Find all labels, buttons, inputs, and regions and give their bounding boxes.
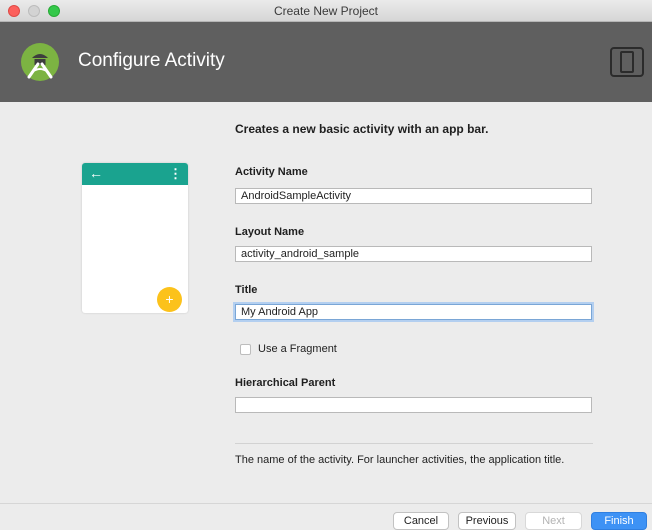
title-label: Title: [235, 284, 258, 296]
device-frame-icon: [610, 47, 644, 77]
page-title: Configure Activity: [78, 50, 225, 71]
activity-name-label: Activity Name: [235, 166, 308, 178]
window-title: Create New Project: [273, 4, 379, 18]
activity-name-field[interactable]: [235, 188, 592, 204]
hierarchical-parent-field[interactable]: [235, 397, 592, 413]
overflow-menu-icon: ⋮: [169, 166, 182, 181]
layout-name-field[interactable]: [235, 246, 592, 262]
use-fragment-checkbox[interactable]: [240, 344, 251, 355]
use-fragment-label[interactable]: Use a Fragment: [258, 343, 337, 355]
activity-preview: ← ⋮ +: [82, 163, 188, 313]
next-button[interactable]: Next: [525, 512, 582, 530]
footer-divider: [0, 503, 652, 504]
back-arrow-icon: ←: [89, 165, 103, 181]
window-titlebar: Create New Project: [0, 0, 652, 22]
header-banner: Configure Activity: [0, 22, 652, 102]
template-description: Creates a new basic activity with an app…: [235, 122, 489, 136]
finish-button[interactable]: Finish: [591, 512, 647, 530]
layout-name-label: Layout Name: [235, 226, 305, 238]
previous-button[interactable]: Previous: [458, 512, 516, 530]
hint-divider: [235, 443, 593, 444]
fab-plus-icon: +: [157, 287, 182, 312]
android-studio-logo-icon: [21, 43, 59, 81]
cancel-button[interactable]: Cancel: [393, 512, 449, 530]
field-hint-text: The name of the activity. For launcher a…: [235, 454, 565, 466]
hierarchical-parent-label: Hierarchical Parent: [235, 377, 336, 389]
preview-app-bar: ← ⋮: [82, 163, 188, 185]
title-field[interactable]: [235, 304, 592, 320]
